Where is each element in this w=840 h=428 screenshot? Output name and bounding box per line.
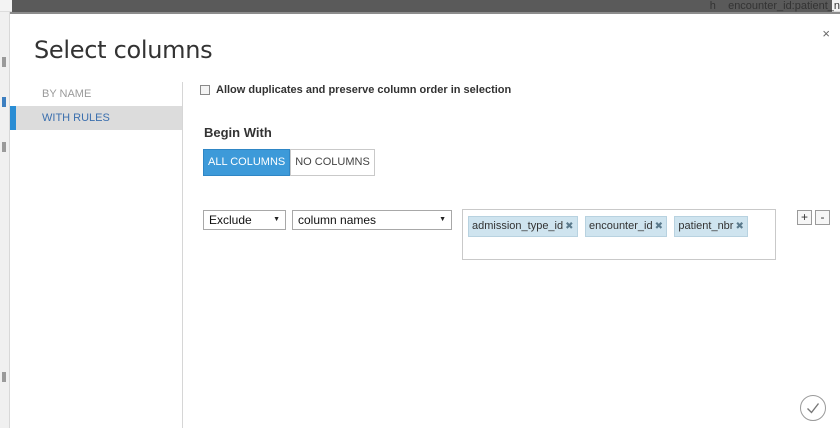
background-left-edge <box>0 12 10 428</box>
background-left-marker <box>2 57 6 67</box>
allow-duplicates-label[interactable]: Allow duplicates and preserve column ord… <box>216 84 511 96</box>
dialog-title: Select columns <box>34 36 213 64</box>
background-header-text: h encounter_id:patient_n <box>709 0 840 12</box>
checkmark-icon <box>807 403 820 414</box>
begin-with-toggle: ALL COLUMNS NO COLUMNS <box>203 149 375 176</box>
allow-duplicates-row: Allow duplicates and preserve column ord… <box>200 84 511 96</box>
token-label: admission_type_id <box>472 220 564 232</box>
remove-token-icon[interactable]: ✖ <box>565 221 573 232</box>
dropdown-arrow-icon: ▼ <box>439 216 446 223</box>
begin-with-heading: Begin With <box>204 125 272 140</box>
column-token-input[interactable]: admission_type_id ✖ encounter_id ✖ patient… <box>462 209 776 260</box>
remove-token-icon[interactable]: ✖ <box>655 221 663 232</box>
nav-item-with-rules[interactable]: WITH RULES <box>10 106 182 130</box>
nav-item-by-name[interactable]: BY NAME <box>10 82 182 106</box>
close-icon[interactable]: × <box>822 27 830 40</box>
rule-action-select[interactable]: Exclude ▼ <box>203 210 286 230</box>
background-left-marker <box>2 142 6 152</box>
no-columns-button[interactable]: NO COLUMNS <box>290 149 375 176</box>
rule-action-value: Exclude <box>209 213 252 227</box>
column-token: encounter_id ✖ <box>584 216 667 237</box>
remove-token-icon[interactable]: ✖ <box>735 221 743 232</box>
background-left-marker <box>2 372 6 382</box>
rule-criteria-select[interactable]: column names ▼ <box>292 210 452 230</box>
remove-rule-button[interactable]: - <box>815 210 830 225</box>
all-columns-button[interactable]: ALL COLUMNS <box>203 149 291 176</box>
token-label: patient_nbr <box>678 220 734 232</box>
background-left-marker <box>2 97 6 107</box>
select-columns-dialog: Select columns × BY NAME WITH RULES Allo… <box>10 12 840 428</box>
rules-panel: Allow duplicates and preserve column ord… <box>200 82 830 422</box>
column-token: admission_type_id ✖ <box>468 216 578 237</box>
add-rule-button[interactable]: + <box>797 210 812 225</box>
selection-mode-nav: BY NAME WITH RULES <box>10 82 183 428</box>
token-label: encounter_id <box>588 220 653 232</box>
confirm-button[interactable] <box>800 395 826 421</box>
rule-criteria-value: column names <box>298 213 377 227</box>
column-token: patient_nbr ✖ <box>674 216 748 237</box>
nav-active-indicator <box>10 106 16 130</box>
allow-duplicates-checkbox[interactable] <box>200 85 210 95</box>
dropdown-arrow-icon: ▼ <box>273 216 280 223</box>
